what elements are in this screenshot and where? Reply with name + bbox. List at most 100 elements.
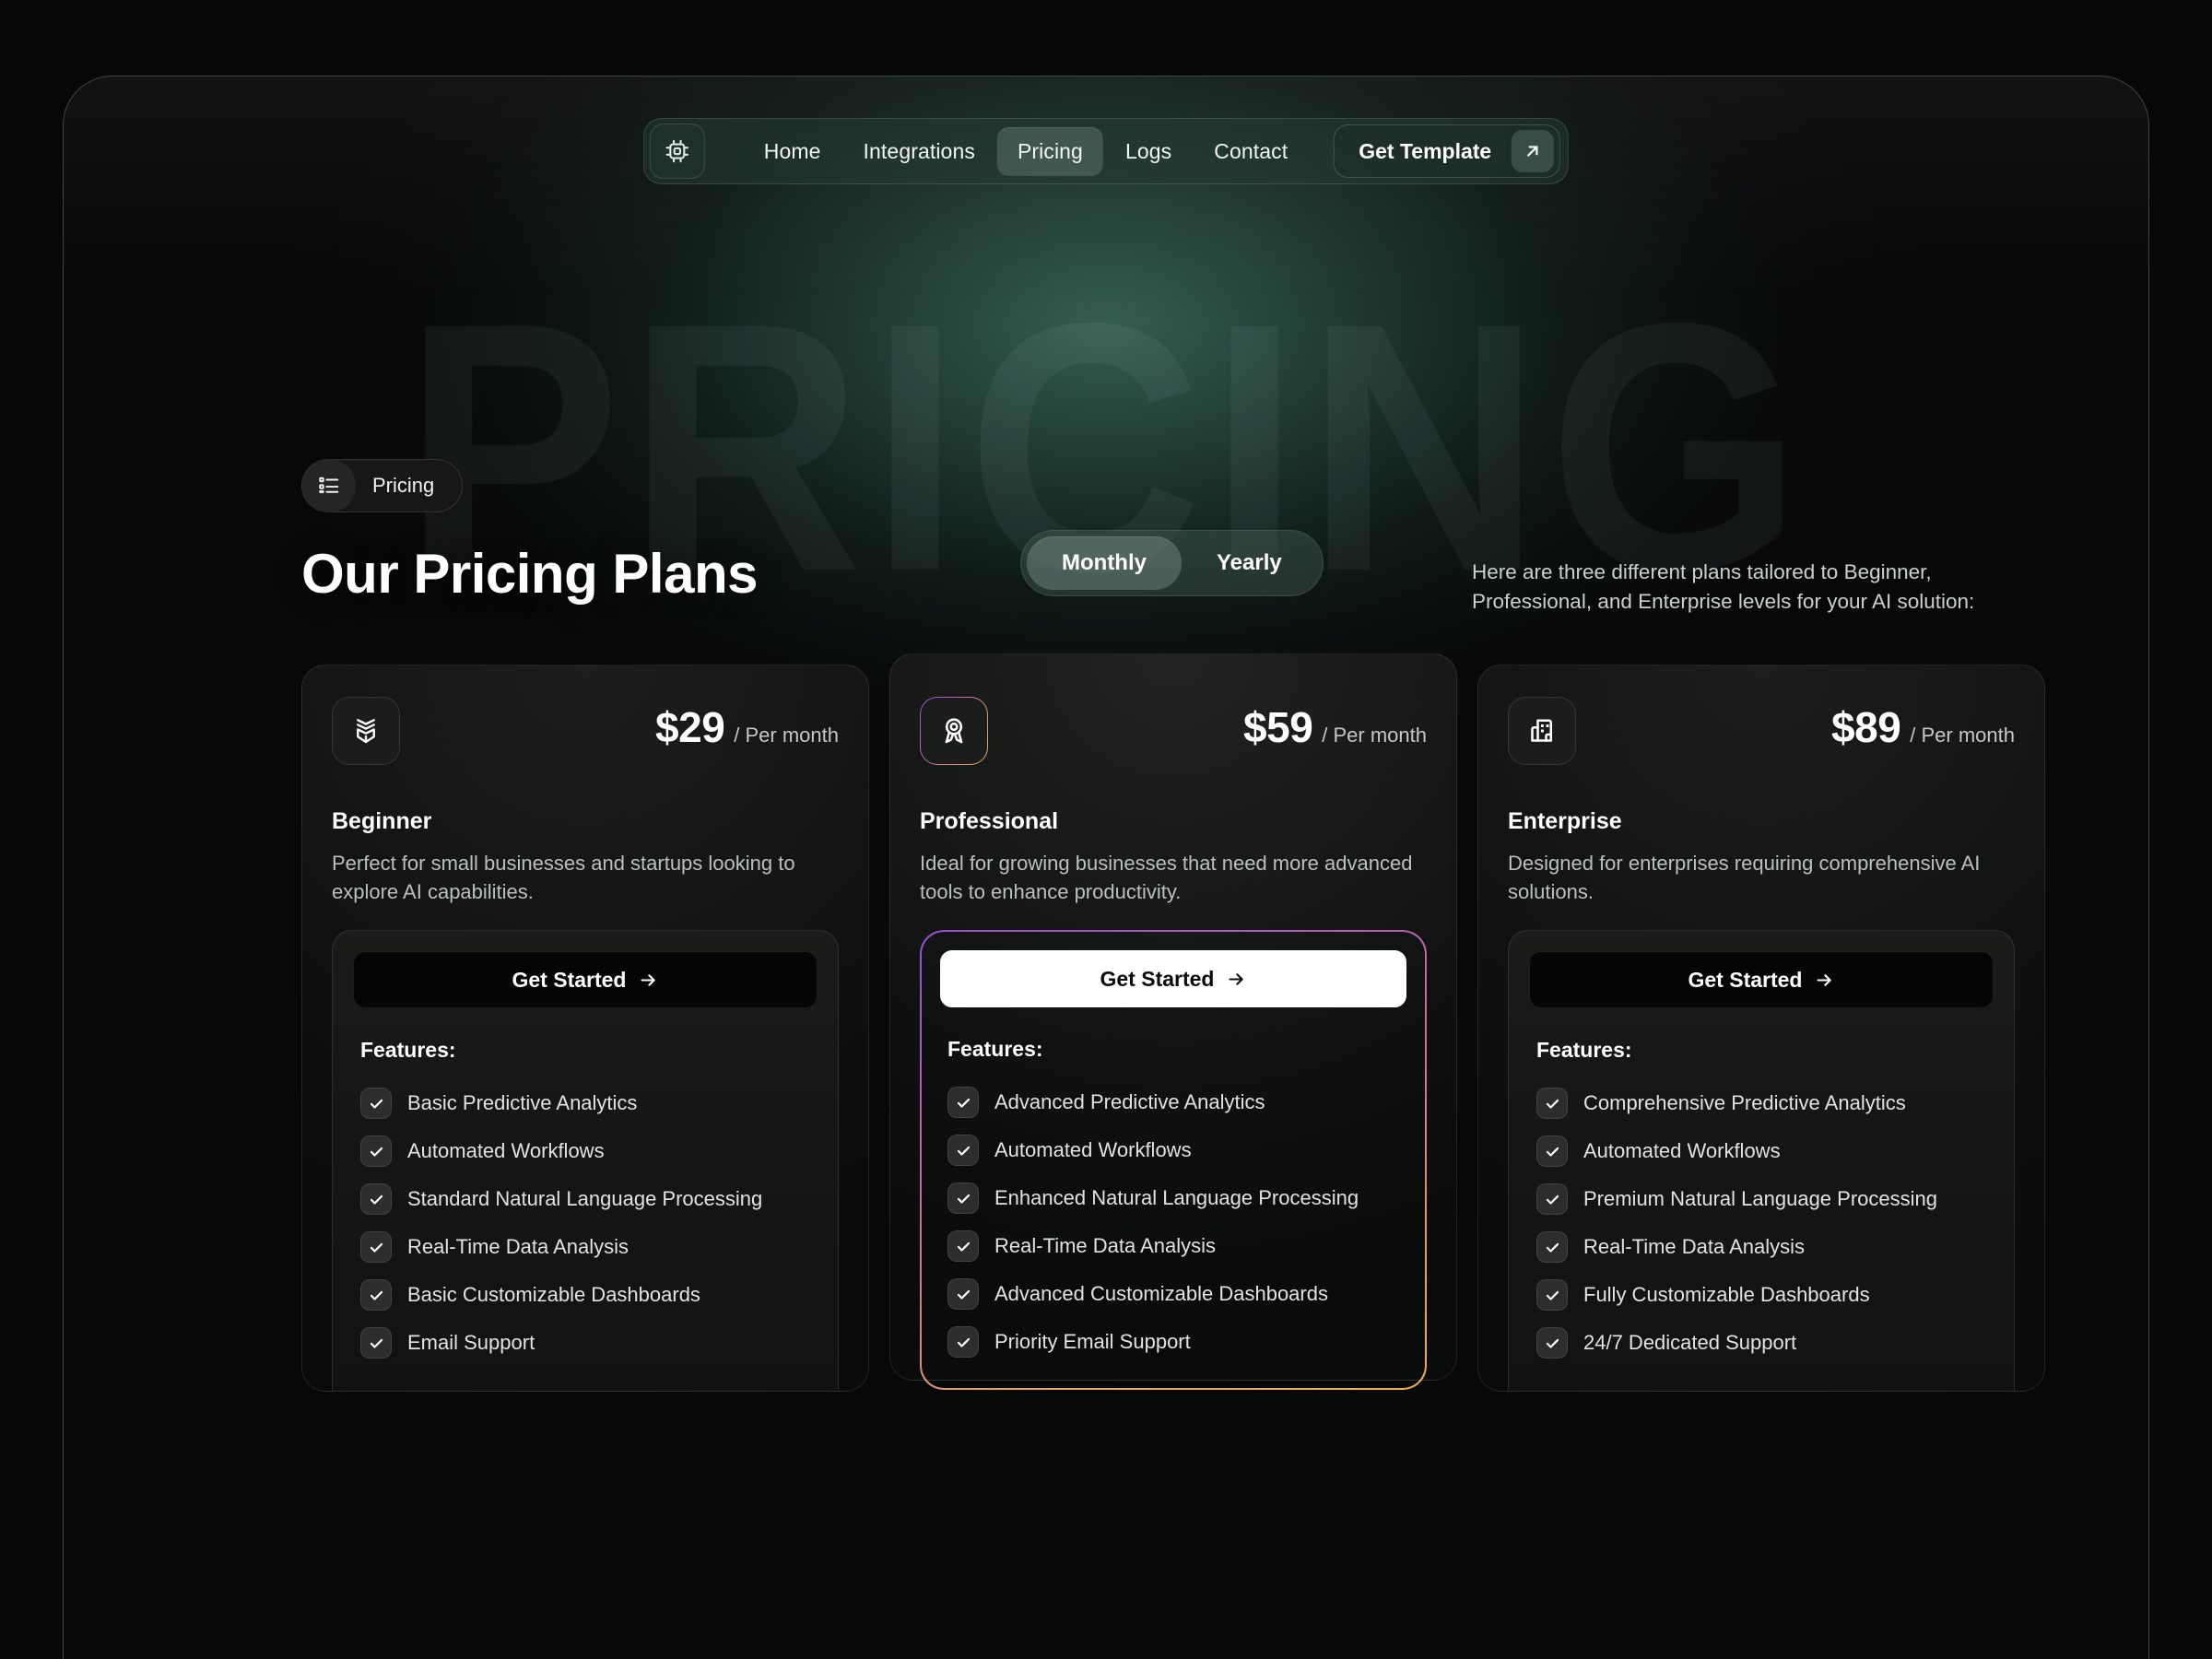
feature-label: Email Support xyxy=(407,1331,535,1355)
nav-link-logs[interactable]: Logs xyxy=(1105,127,1192,176)
get-started-button[interactable]: Get Started xyxy=(1529,951,1994,1009)
page-frame: PRICING Home Integrations Pricing Logs C… xyxy=(63,76,2149,1659)
get-template-button[interactable]: Get Template xyxy=(1334,124,1561,178)
plan-name: Professional xyxy=(920,808,1059,834)
cpu-chip-icon xyxy=(664,137,691,165)
plan-period: / Per month xyxy=(734,724,839,747)
plan-name: Enterprise xyxy=(1508,808,1622,834)
list-item: Priority Email Support xyxy=(940,1318,1406,1366)
list-item: Standard Natural Language Processing xyxy=(353,1175,818,1223)
feature-label: Basic Customizable Dashboards xyxy=(407,1283,700,1307)
check-icon xyxy=(1536,1327,1568,1359)
card-header: $29 / Per month xyxy=(332,697,839,765)
get-started-button[interactable]: Get Started xyxy=(353,951,818,1009)
plan-description: Perfect for small businesses and startup… xyxy=(332,852,795,904)
list-item: Automated Workflows xyxy=(1529,1127,1994,1175)
plan-period: / Per month xyxy=(1910,724,2015,747)
plan-name: Beginner xyxy=(332,808,432,834)
billing-toggle[interactable]: Monthly Yearly xyxy=(1020,530,1324,596)
pricing-cards: $29 / Per month Beginner Perfect for sma… xyxy=(301,653,2045,1393)
main-navbar: Home Integrations Pricing Logs Contact G… xyxy=(642,118,1570,184)
sprout-package-icon xyxy=(332,697,400,765)
plan-price: $59 xyxy=(1243,703,1313,751)
plan-description: Designed for enterprises requiring compr… xyxy=(1508,852,1981,904)
nav-link-pricing[interactable]: Pricing xyxy=(996,126,1103,176)
check-icon xyxy=(360,1279,392,1312)
list-item: Comprehensive Predictive Analytics xyxy=(1529,1079,1994,1127)
check-icon xyxy=(1536,1231,1568,1264)
feature-label: Fully Customizable Dashboards xyxy=(1583,1283,1870,1307)
list-item: Enhanced Natural Language Processing xyxy=(940,1174,1406,1222)
arrow-up-right-icon xyxy=(1512,130,1555,172)
nav-link-contact[interactable]: Contact xyxy=(1194,127,1308,176)
feature-label: Premium Natural Language Processing xyxy=(1583,1187,1937,1211)
nav-link-home[interactable]: Home xyxy=(744,127,841,176)
get-started-button[interactable]: Get Started xyxy=(940,950,1406,1008)
price-block: $89 / Per month xyxy=(1831,697,2015,752)
check-icon xyxy=(1536,1088,1568,1120)
check-icon xyxy=(360,1327,392,1359)
list-item: Email Support xyxy=(353,1319,818,1367)
arrow-right-icon xyxy=(639,971,658,990)
get-started-label: Get Started xyxy=(1688,967,1803,992)
list-item: Advanced Predictive Analytics xyxy=(940,1078,1406,1126)
plan-price: $29 xyxy=(655,703,725,751)
features-title: Features: xyxy=(1536,1038,1632,1063)
list-item: Basic Predictive Analytics xyxy=(353,1079,818,1127)
feature-list: Comprehensive Predictive Analytics Autom… xyxy=(1529,1079,1994,1367)
check-icon xyxy=(947,1087,979,1119)
nav-links: Home Integrations Pricing Logs Contact xyxy=(744,126,1308,176)
check-icon xyxy=(360,1183,392,1216)
pricing-card-professional: $59 / Per month Professional Ideal for g… xyxy=(889,653,1457,1392)
billing-toggle-monthly[interactable]: Monthly xyxy=(1027,536,1182,590)
feature-label: Real-Time Data Analysis xyxy=(994,1234,1217,1258)
features-panel: Get Started Features: Basic Predictive A… xyxy=(332,930,839,1392)
check-icon xyxy=(947,1326,979,1359)
feature-label: 24/7 Dedicated Support xyxy=(1583,1331,1797,1355)
feature-label: Priority Email Support xyxy=(994,1330,1191,1354)
check-icon xyxy=(1536,1183,1568,1216)
check-icon xyxy=(1536,1279,1568,1312)
check-icon xyxy=(947,1135,979,1167)
building-icon xyxy=(1508,697,1576,765)
plan-description: Ideal for growing businesses that need m… xyxy=(920,852,1413,904)
list-item: Advanced Customizable Dashboards xyxy=(940,1270,1406,1318)
feature-label: Real-Time Data Analysis xyxy=(1583,1235,1806,1259)
features-panel: Get Started Features: Comprehensive Pred… xyxy=(1508,930,2015,1392)
feature-label: Comprehensive Predictive Analytics xyxy=(1583,1091,1906,1115)
feature-list: Basic Predictive Analytics Automated Wor… xyxy=(353,1079,818,1367)
get-template-label: Get Template xyxy=(1359,138,1492,163)
feature-label: Automated Workflows xyxy=(994,1138,1192,1162)
pricing-card-enterprise: $89 / Per month Enterprise Designed for … xyxy=(1477,665,2045,1393)
list-item: Real-Time Data Analysis xyxy=(1529,1223,1994,1271)
check-icon xyxy=(360,1088,392,1120)
feature-label: Enhanced Natural Language Processing xyxy=(994,1186,1359,1210)
check-icon xyxy=(360,1231,392,1264)
list-item: Fully Customizable Dashboards xyxy=(1529,1271,1994,1319)
billing-toggle-yearly[interactable]: Yearly xyxy=(1182,536,1317,590)
list-icon xyxy=(302,459,356,512)
arrow-right-icon xyxy=(1227,970,1246,989)
nav-link-integrations[interactable]: Integrations xyxy=(843,127,995,176)
list-item: Premium Natural Language Processing xyxy=(1529,1175,1994,1223)
list-item: Automated Workflows xyxy=(353,1127,818,1175)
section-badge-label: Pricing xyxy=(372,474,435,497)
pricing-card-beginner: $29 / Per month Beginner Perfect for sma… xyxy=(301,665,869,1393)
arrow-right-icon xyxy=(1815,971,1834,990)
feature-label: Advanced Predictive Analytics xyxy=(994,1090,1265,1114)
check-icon xyxy=(947,1230,979,1263)
list-item: Real-Time Data Analysis xyxy=(353,1223,818,1271)
feature-label: Real-Time Data Analysis xyxy=(407,1235,629,1259)
featured-card-inner: $59 / Per month Professional Ideal for g… xyxy=(889,653,1457,1391)
features-panel: Get Started Features: Advanced Predictiv… xyxy=(920,930,1427,1391)
logo-button[interactable] xyxy=(649,124,705,179)
page-title: Our Pricing Plans xyxy=(301,543,758,605)
feature-label: Advanced Customizable Dashboards xyxy=(994,1282,1328,1306)
feature-label: Automated Workflows xyxy=(1583,1139,1781,1163)
card-header: $89 / Per month xyxy=(1508,697,2015,765)
plan-period: / Per month xyxy=(1322,724,1427,747)
feature-list: Advanced Predictive Analytics Automated … xyxy=(940,1078,1406,1366)
feature-label: Standard Natural Language Processing xyxy=(407,1187,763,1211)
section-description: Here are three different plans tailored … xyxy=(1472,560,1975,613)
section-badge: Pricing xyxy=(301,459,464,512)
